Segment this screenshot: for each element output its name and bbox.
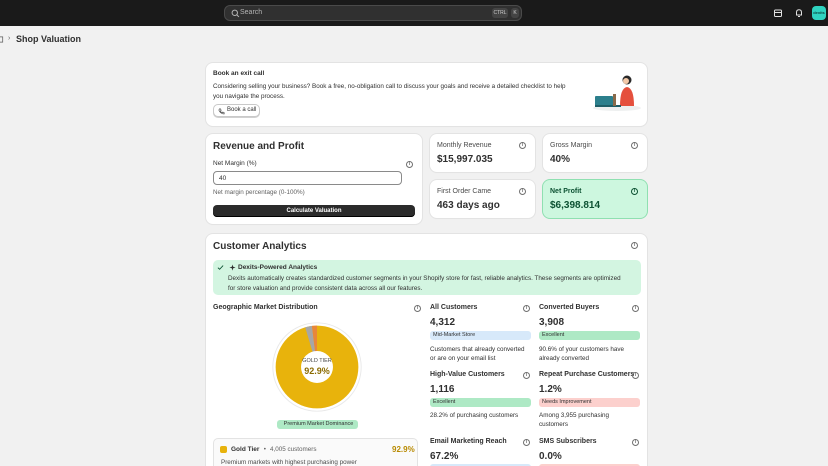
info-icon[interactable]: i (519, 188, 526, 195)
gold-tier-percent: 92.9% (392, 445, 415, 454)
metric-value: 463 days ago (437, 200, 500, 211)
donut-center-label: GOLD TIER (302, 358, 332, 364)
segment-badge: Needs Improvement (539, 398, 640, 407)
info-icon[interactable]: i (523, 305, 530, 312)
premium-market-badge: Premium Market Dominance (277, 420, 358, 429)
info-icon[interactable]: i (631, 188, 638, 195)
metric-label: First Order Came (437, 188, 492, 195)
net-margin-help: Net margin percentage (0-100%) (213, 189, 305, 196)
analytics-title: Customer Analytics (213, 241, 307, 252)
segment-title: Repeat Purchase Customers (539, 371, 635, 378)
gold-tier-name: Gold Tier (231, 446, 260, 453)
metric-card-monthly-revenue: Monthly Revenue i $15,997.035 (430, 134, 535, 172)
info-icon[interactable]: i (631, 242, 638, 249)
segment-value: 67.2% (430, 451, 459, 462)
gold-tier-customers: 4,005 customers (270, 446, 317, 453)
sidebar-toggle-icon[interactable] (0, 0, 4, 26)
info-icon[interactable]: i (523, 439, 530, 446)
segment-value: 3,908 (539, 317, 565, 328)
info-icon[interactable]: i (414, 305, 421, 312)
exit-call-card: Book an exit call Considering selling yo… (206, 63, 647, 126)
segment-desc-1: 90.6% of your customers have (539, 346, 625, 353)
segment-badge: Excellent (539, 331, 640, 340)
info-icon[interactable]: i (632, 305, 639, 312)
segment-value: 1,116 (430, 384, 455, 395)
illustration-person-laptop (593, 75, 641, 111)
top-bar: Search CTRL K dexits (0, 0, 828, 26)
metric-card-gross-margin: Gross Margin i 40% (543, 134, 647, 172)
revenue-profit-card: Revenue and Profit Net Margin (%) i 40 N… (206, 134, 422, 224)
store-icon[interactable] (773, 8, 783, 18)
segment-value: 1.2% (539, 384, 562, 395)
net-margin-value: 40 (219, 175, 227, 182)
calculate-valuation-label: Calculate Valuation (286, 208, 342, 214)
banner-line-2: for store valuation and provide consiste… (228, 285, 423, 292)
exit-call-body-1: Considering selling your business? Book … (213, 83, 566, 90)
metric-card-net-profit: Net Profit i $6,398.814 (543, 180, 647, 218)
segment-title: SMS Subscribers (539, 438, 597, 445)
customer-analytics-card: Customer Analytics i Dexits-Powered Anal… (206, 234, 647, 466)
phone-icon (218, 108, 225, 114)
segment-desc-2: already converted (539, 355, 590, 362)
segment-title: Converted Buyers (539, 304, 600, 311)
net-margin-label: Net Margin (%) (213, 160, 257, 167)
segment-desc-2: customers (539, 421, 569, 428)
revenue-title: Revenue and Profit (213, 141, 305, 152)
search-icon (231, 9, 240, 18)
shortcut-ctrl: CTRL (492, 8, 508, 18)
info-icon[interactable]: i (632, 372, 639, 379)
page-title: Shop Valuation (16, 34, 82, 44)
segment-badge: Mid-Market Store (430, 331, 531, 340)
gold-tier-desc: Premium markets with highest purchasing … (221, 459, 357, 466)
checkmark-icon (217, 265, 224, 270)
metric-label: Monthly Revenue (437, 142, 492, 149)
gold-tier-separator: • (262, 446, 268, 453)
info-icon[interactable]: i (406, 161, 413, 168)
search-bar[interactable]: Search CTRL K (224, 5, 522, 21)
net-margin-input[interactable]: 40 (213, 171, 402, 185)
segment-title: High-Value Customers (430, 371, 505, 378)
segment-value: 4,312 (430, 317, 456, 328)
info-icon[interactable]: i (631, 142, 638, 149)
search-placeholder: Search (240, 9, 263, 16)
metric-label: Gross Margin (550, 142, 593, 149)
segment-title: All Customers (430, 304, 478, 311)
metric-label: Net Profit (550, 188, 582, 195)
donut-center-value: 92.9% (304, 366, 330, 376)
segment-badge: Excellent (430, 398, 531, 407)
segment-desc-1: 28.2% of purchasing customers (430, 412, 519, 419)
shortcut-k: K (511, 8, 519, 18)
book-call-button[interactable]: Book a call (213, 104, 260, 117)
gold-tier-box: Gold Tier • 4,005 customers 92.9% Premiu… (213, 438, 418, 466)
info-icon[interactable]: i (632, 439, 639, 446)
gold-tier-swatch (220, 446, 227, 453)
banner-title: Dexits-Powered Analytics (238, 264, 318, 271)
analytics-banner: Dexits-Powered Analytics Dexits automati… (213, 260, 641, 295)
info-icon[interactable]: i (523, 372, 530, 379)
segment-desc-1: Among 3,955 purchasing (539, 412, 610, 419)
segment-desc-2: or are on your email list (430, 355, 496, 362)
sparkle-icon (229, 264, 236, 271)
calculate-valuation-button[interactable]: Calculate Valuation (213, 205, 415, 217)
segment-desc-1: Customers that already converted (430, 346, 525, 353)
breadcrumb: › Shop Valuation (0, 34, 90, 46)
metric-card-first-order: First Order Came i 463 days ago (430, 180, 535, 218)
info-icon[interactable]: i (519, 142, 526, 149)
segment-title: Email Marketing Reach (430, 438, 507, 445)
metric-value: $15,997.035 (437, 154, 493, 165)
store-breadcrumb-icon[interactable] (0, 36, 4, 43)
exit-call-title: Book an exit call (213, 70, 265, 77)
metric-value: $6,398.814 (550, 200, 601, 211)
avatar[interactable]: dexits (812, 6, 826, 20)
segment-value: 0.0% (539, 451, 562, 462)
book-call-label: Book a call (227, 107, 257, 113)
bell-icon[interactable] (794, 8, 804, 18)
geo-title: Geographic Market Distribution (213, 304, 318, 311)
banner-line-1: Dexits automatically creates standardize… (228, 275, 621, 282)
chevron-right-icon: › (8, 35, 11, 42)
exit-call-body-2: you navigate the process. (213, 93, 285, 100)
metric-value: 40% (550, 154, 571, 165)
